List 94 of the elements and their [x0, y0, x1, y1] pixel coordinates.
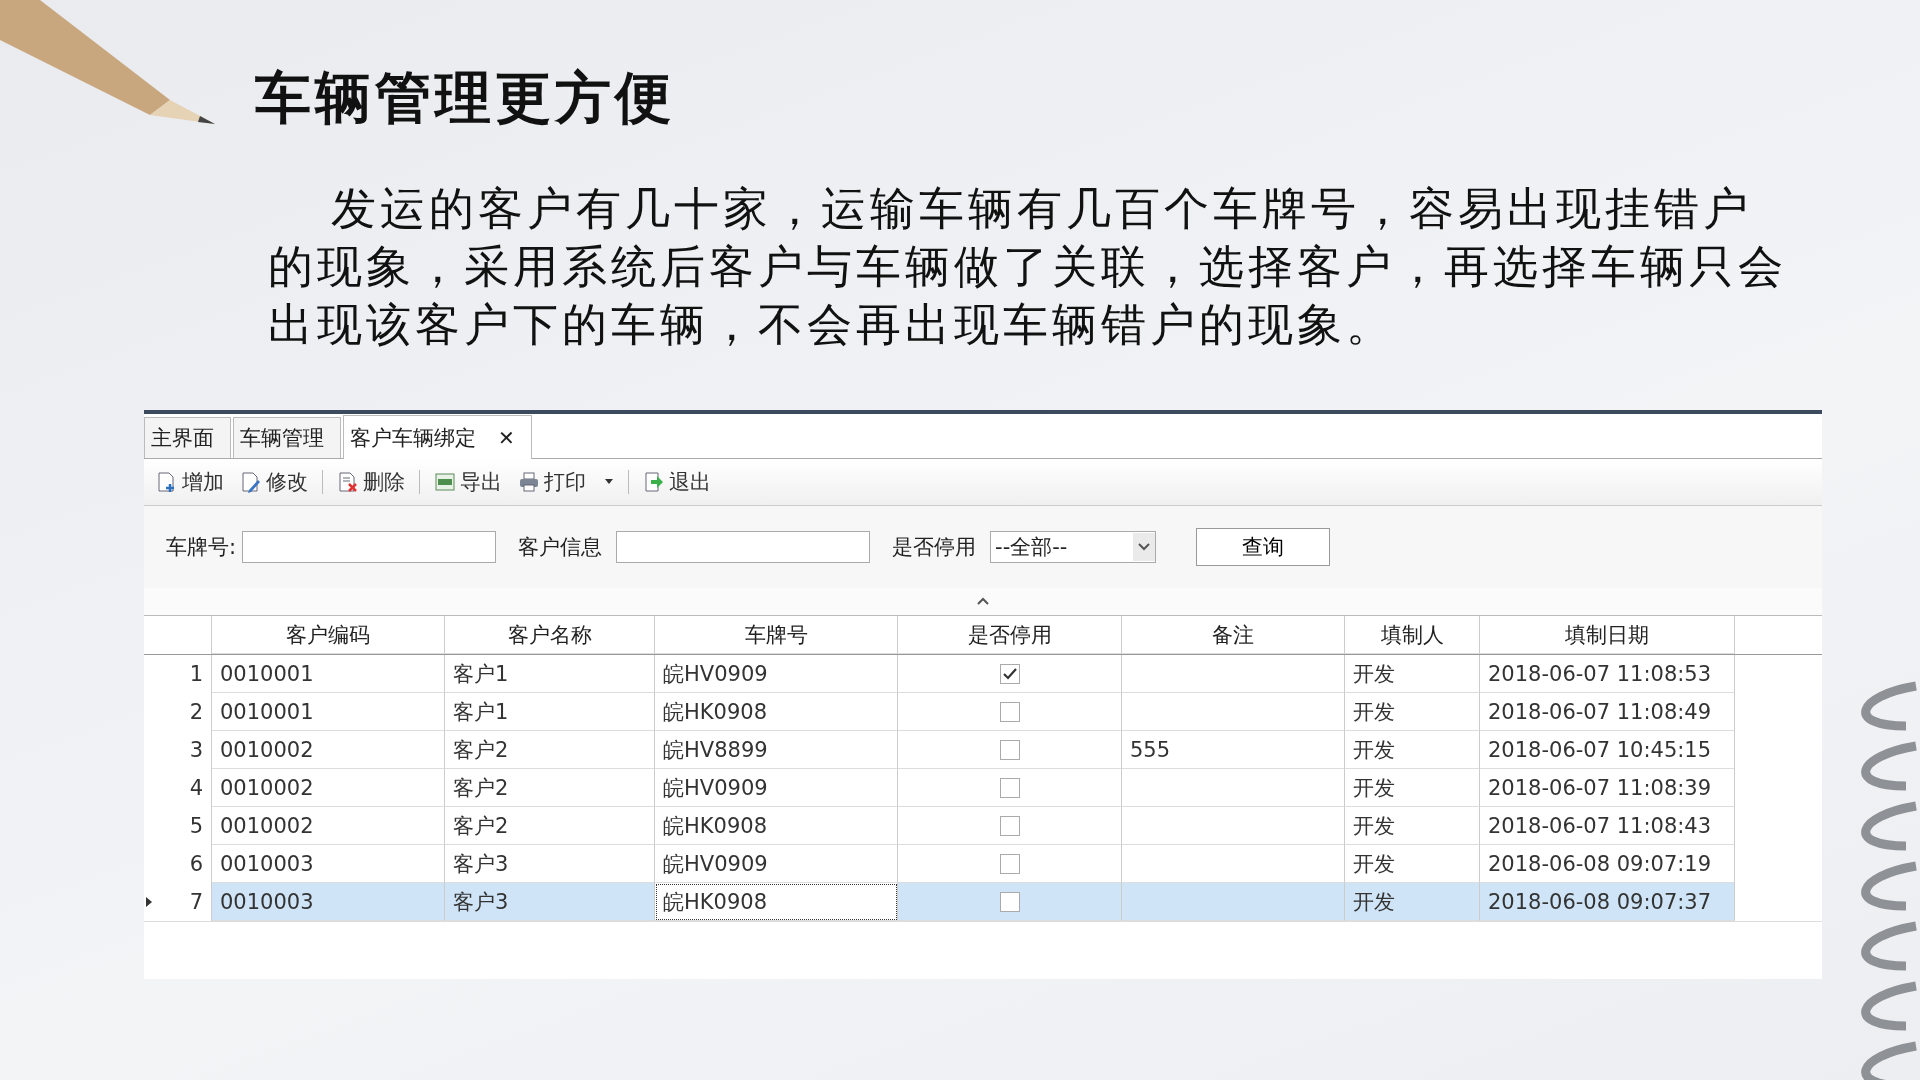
table-cell: 0010002: [220, 737, 314, 762]
table-cell-text: 客户2: [453, 736, 509, 764]
row-number: 5: [189, 814, 203, 838]
table-cell: 2018-06-08 09:07:37: [1488, 889, 1712, 914]
table-row[interactable]: 2 0010001 客户1 皖HK0908 开发 2018-06-07 11:08:49: [144, 693, 1822, 731]
row-number: 4: [189, 776, 203, 800]
table-row[interactable]: 4 0010002 客户2 皖HV0909 开发 2018-06-07 11:08:39: [144, 769, 1822, 807]
checkbox[interactable]: [999, 777, 1020, 798]
collapse-chevron-icon[interactable]: [976, 597, 990, 606]
slide-title: 车辆管理更方便: [255, 64, 676, 132]
table-cell-text: 客户1: [453, 698, 509, 726]
stopped-dropdown[interactable]: --全部--: [990, 531, 1157, 563]
table-cell-text: 皖HK0908: [663, 888, 767, 916]
spreadsheet-icon: [434, 471, 456, 493]
slide-paragraph: 发运的客户有几十家，运输车辆有几百个车牌号，容易出现挂错户的现象，采用系统后客户与车辆做了关联，选择客户，再选择车辆只会出现该客户下的车辆，不会再出现车辆错户的现象。: [268, 181, 1788, 353]
table-cell-text: 开发: [1353, 736, 1395, 764]
checkbox[interactable]: [999, 701, 1020, 722]
column-header[interactable]: 填制人: [1345, 616, 1480, 654]
toolbar-button[interactable]: 打印: [514, 466, 618, 498]
customer-label: 客户信息: [518, 534, 603, 561]
table-cell: 2018-06-08 09:07:19: [1488, 851, 1712, 876]
tab[interactable]: 主界面: [144, 417, 231, 458]
table-cell-text: 开发: [1353, 812, 1395, 840]
table-cell: 2018-06-07 11:08:49: [1488, 699, 1712, 724]
toolbar-button[interactable]: 增加: [152, 466, 228, 498]
table-cell: 2018-06-07 11:08:43: [1488, 813, 1712, 838]
plate-input-field[interactable]: [242, 531, 497, 563]
table-cell: 2018-06-07 11:08:53: [1488, 661, 1712, 686]
close-icon[interactable]: ✕: [498, 425, 515, 450]
column-header[interactable]: 车牌号: [655, 616, 898, 654]
table-cell-text: 皖HV0909: [663, 660, 768, 688]
checkbox[interactable]: [999, 739, 1020, 760]
column-header[interactable]: 是否停用: [898, 616, 1122, 654]
table-cell: 0010002: [220, 775, 314, 800]
row-number: 2: [189, 700, 203, 724]
table-cell-text: 开发: [1353, 888, 1395, 916]
column-header[interactable]: 备注: [1122, 616, 1345, 654]
toolbar-button[interactable]: 退出: [639, 466, 715, 498]
table-cell: 555: [1130, 737, 1171, 762]
dropdown-caret-icon: [604, 479, 614, 485]
row-number: 6: [189, 852, 203, 876]
tab-label: 车辆管理: [240, 425, 324, 452]
table-cell: 0010002: [220, 813, 314, 838]
table-cell: 0010003: [220, 851, 314, 876]
row-pointer-icon: [146, 897, 152, 907]
column-header[interactable]: 填制日期: [1480, 616, 1735, 654]
column-header[interactable]: 客户编码: [212, 616, 445, 654]
table-cell: 2018-06-07 11:08:39: [1488, 775, 1712, 800]
printer-icon: [518, 471, 540, 493]
checkbox[interactable]: [999, 663, 1020, 684]
chevron-down-icon: [1133, 533, 1156, 561]
tab-label: 主界面: [151, 425, 214, 452]
document-pencil-icon: [240, 471, 262, 493]
table-cell-text: 客户2: [453, 774, 509, 802]
table-cell-text: 开发: [1353, 698, 1395, 726]
toolbar-button[interactable]: 修改: [236, 466, 312, 498]
checkbox[interactable]: [999, 815, 1020, 836]
checkbox[interactable]: [999, 891, 1020, 912]
checkbox[interactable]: [999, 853, 1020, 874]
table-cell-text: 皖HV0909: [663, 850, 768, 878]
document-x-icon: [337, 471, 359, 493]
stopped-label: 是否停用: [892, 534, 977, 561]
table-cell-text: 开发: [1353, 850, 1395, 878]
table-row[interactable]: 3 0010002 客户2 皖HV8899 555 开发 2018-06-07 10:45:15: [144, 731, 1822, 769]
table-cell-text: 开发: [1353, 660, 1395, 688]
row-number: 3: [189, 738, 203, 762]
table-cell-text: 皖HK0908: [663, 698, 767, 726]
tab-label: 客户车辆绑定: [350, 424, 476, 452]
exit-arrow-icon: [643, 471, 665, 493]
table-cell: 0010003: [220, 889, 314, 914]
table-cell-text: 开发: [1353, 774, 1395, 802]
table-cell-text: 皖HV0909: [663, 774, 768, 802]
table-row[interactable]: 5 0010002 客户2 皖HK0908 开发 2018-06-07 11:08:43: [144, 807, 1822, 845]
column-header[interactable]: 客户名称: [445, 616, 655, 654]
table-cell: 0010001: [220, 699, 314, 724]
table-cell-text: 皖HK0908: [663, 812, 767, 840]
customer-input-field[interactable]: [616, 531, 871, 563]
tab[interactable]: 客户车辆绑定 ✕: [343, 415, 532, 459]
plate-label: 车牌号:: [166, 534, 237, 561]
row-number: 7: [189, 890, 203, 914]
table-row[interactable]: 7 0010003 客户3 皖HK0908 开发 2018-06-08 09:07:37: [144, 883, 1822, 921]
toolbar-button[interactable]: 删除: [333, 466, 409, 498]
table-cell: 0010001: [220, 661, 314, 686]
table-cell: 2018-06-07 10:45:15: [1488, 737, 1712, 762]
table-row[interactable]: 1 0010001 客户1 皖HV0909 开发 2018-06-07 11:08:53: [144, 655, 1822, 693]
row-number: 1: [189, 662, 203, 686]
table-cell-text: 客户3: [453, 888, 509, 916]
tab[interactable]: 车辆管理: [233, 417, 341, 458]
table-cell-text: 客户1: [453, 660, 509, 688]
query-button[interactable]: 查询: [1196, 528, 1331, 566]
table-cell-text: 客户2: [453, 812, 509, 840]
toolbar-button[interactable]: 导出: [430, 466, 506, 498]
table-cell-text: 皖HV8899: [663, 736, 768, 764]
table-cell-text: 客户3: [453, 850, 509, 878]
